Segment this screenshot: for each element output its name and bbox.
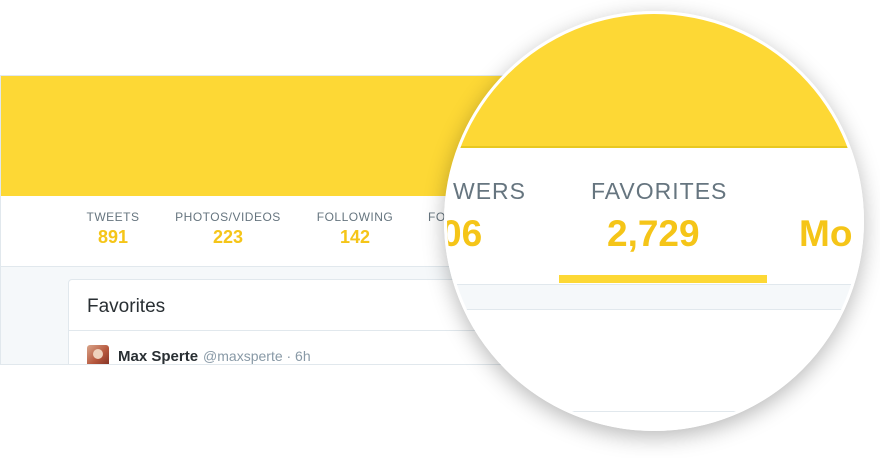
nav-photos-videos-count: 223	[212, 227, 244, 247]
tweet-item[interactable]: Max Sperte @maxsperte · 6h	[87, 345, 311, 365]
nav-tweets[interactable]: TWEETS 891	[85, 210, 141, 248]
favorites-card-title: Favorites	[87, 296, 166, 317]
nav-following[interactable]: FOLLOWING 142	[315, 210, 395, 248]
magnified-followers-count: 06	[444, 213, 483, 254]
magnified-favorites-count[interactable]: 2,729	[607, 213, 700, 255]
nav-following-count: 142	[339, 227, 371, 247]
tweet-author-handle-time: @maxsperte · 6h	[203, 348, 311, 364]
nav-photos-videos-label: PHOTOS/VIDEOS	[175, 210, 281, 224]
nav-following-label: FOLLOWING	[316, 210, 394, 224]
nav-photos-videos[interactable]: PHOTOS/VIDEOS 223	[173, 210, 283, 248]
magnified-banner	[447, 14, 861, 146]
magnifier-lens: WERS 06 FAVORITES 2,729 Mo	[444, 11, 864, 431]
magnified-banner-edge	[447, 146, 861, 148]
magnified-favorites-label[interactable]: FAVORITES	[591, 178, 727, 205]
magnified-more-label[interactable]: Mo	[799, 213, 852, 255]
nav-tweets-label: TWEETS	[86, 210, 140, 224]
favorites-active-underline	[559, 275, 767, 283]
magnified-card-divider	[567, 411, 747, 412]
magnified-content-band	[447, 284, 861, 310]
nav-tweets-count: 891	[97, 227, 129, 247]
tweet-author-name[interactable]: Max Sperte	[118, 348, 198, 365]
magnified-followers-label: WERS	[453, 178, 526, 204]
user-avatar[interactable]	[87, 345, 109, 364]
